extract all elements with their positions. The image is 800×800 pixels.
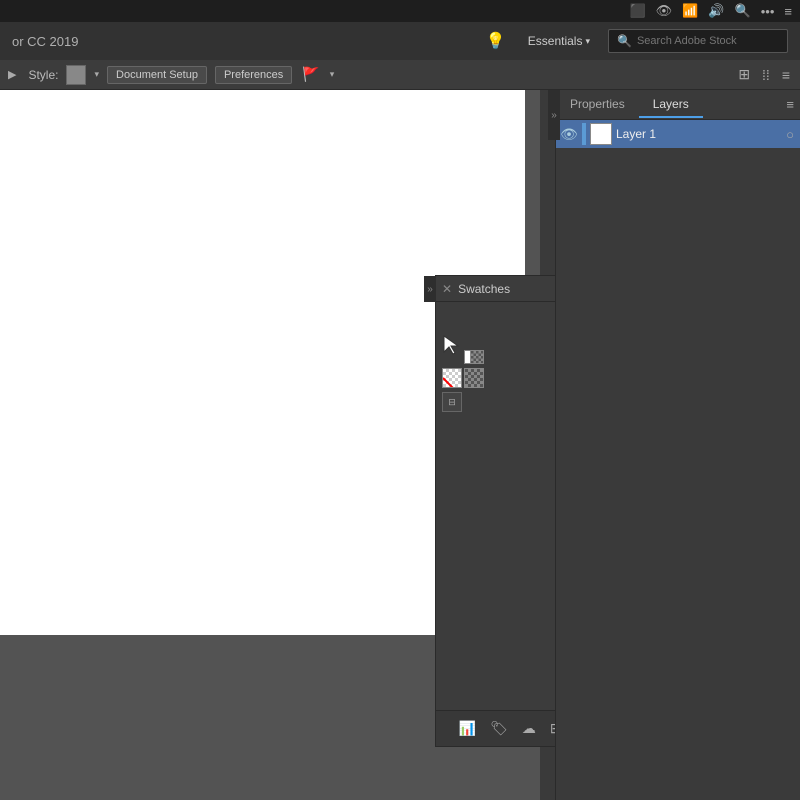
lines-view-icon[interactable]: ⁞⁞: [762, 67, 770, 83]
extra-grid-icon[interactable]: ≡: [782, 67, 790, 83]
document-setup-button[interactable]: Document Setup: [107, 66, 207, 84]
options-bar: ▶ Style: ▾ Document Setup Preferences 🚩 …: [0, 60, 800, 90]
layer-name: Layer 1: [616, 127, 782, 141]
layer-thumbnail: [590, 123, 612, 145]
search-system-icon[interactable]: 🔍: [735, 3, 751, 19]
style-label: Style:: [28, 68, 58, 82]
swatches-bottom-toolbar: 📊 🏷 ☁ ⊞ ☰ 💬 🗑: [436, 710, 555, 746]
swatches-grid-icon[interactable]: ⊞: [550, 720, 555, 737]
table-row[interactable]: 👁 Layer 1 ○: [556, 120, 800, 148]
layer-visibility-icon[interactable]: 👁: [560, 126, 578, 143]
layer-lock-icon[interactable]: ○: [786, 127, 794, 142]
panel-collapse-left[interactable]: »: [424, 276, 436, 302]
tab-properties[interactable]: Properties: [556, 92, 639, 118]
swatches-stats-icon[interactable]: 📊: [459, 720, 476, 737]
swatch-no-color-item[interactable]: [442, 368, 555, 388]
essentials-button[interactable]: Essentials ▾: [522, 32, 596, 50]
stock-search-icon: 🔍: [617, 34, 632, 48]
wifi-icon[interactable]: 📶: [682, 3, 698, 19]
swatches-toolbar: ☰ ⊞: [436, 302, 555, 330]
cursor-icon: [442, 334, 464, 356]
swatches-title-bar[interactable]: ✕ Swatches ≡: [436, 276, 555, 302]
grid-view-icon[interactable]: ⊞: [738, 66, 750, 83]
layers-panel: 👁 Layer 1 ○: [556, 120, 800, 800]
chevron-icon: ▾: [585, 36, 590, 47]
ellipsis-icon[interactable]: •••: [761, 4, 775, 19]
style-chevron[interactable]: ▾: [94, 69, 99, 80]
panel-tabs: Properties Layers ≡: [556, 90, 800, 120]
style-swatch[interactable]: [66, 65, 86, 85]
swatches-title: Swatches: [458, 282, 555, 296]
swatches-cloud-icon[interactable]: ☁: [522, 720, 536, 737]
layer-color-strip: [582, 123, 586, 145]
flag-chevron[interactable]: ▾: [330, 69, 335, 80]
tab-layers[interactable]: Layers: [639, 92, 703, 118]
swatch-icon-item[interactable]: ⊟: [442, 392, 555, 412]
swatch-cursor-item[interactable]: [442, 334, 478, 364]
main-area: ✕ Swatches ≡ » ☰ ⊞: [0, 90, 800, 800]
preferences-button[interactable]: Preferences: [215, 66, 292, 84]
system-bar: ⬛ 👁 📶 🔊 🔍 ••• ≡: [0, 0, 800, 22]
bulb-icon: 💡: [486, 31, 506, 51]
panel-collapse-arrow[interactable]: »: [548, 90, 560, 140]
title-bar: or CC 2019 💡 Essentials ▾ 🔍: [0, 22, 800, 60]
swatches-tag-icon[interactable]: 🏷: [490, 720, 508, 737]
stock-search-box[interactable]: 🔍: [608, 29, 788, 53]
stock-search-input[interactable]: [637, 35, 779, 47]
record-icon[interactable]: ⬛: [629, 3, 645, 19]
right-panel: » Properties Layers ≡ 👁 Layer 1 ○: [555, 90, 800, 800]
essentials-label: Essentials: [528, 34, 583, 48]
sound-icon[interactable]: 🔊: [708, 3, 724, 19]
app-title: or CC 2019: [12, 34, 78, 49]
swatches-content: ⊟: [436, 330, 555, 710]
swatches-close-icon[interactable]: ✕: [442, 282, 452, 296]
expand-arrow[interactable]: ▶: [8, 68, 16, 81]
canvas-area: ✕ Swatches ≡ » ☰ ⊞: [0, 90, 555, 800]
swatches-panel: ✕ Swatches ≡ » ☰ ⊞: [435, 275, 555, 747]
flag-icon[interactable]: 🚩: [302, 66, 319, 83]
eye-icon[interactable]: 👁: [656, 3, 673, 19]
panel-menu-icon[interactable]: ≡: [786, 97, 794, 112]
list-icon[interactable]: ≡: [784, 4, 792, 19]
